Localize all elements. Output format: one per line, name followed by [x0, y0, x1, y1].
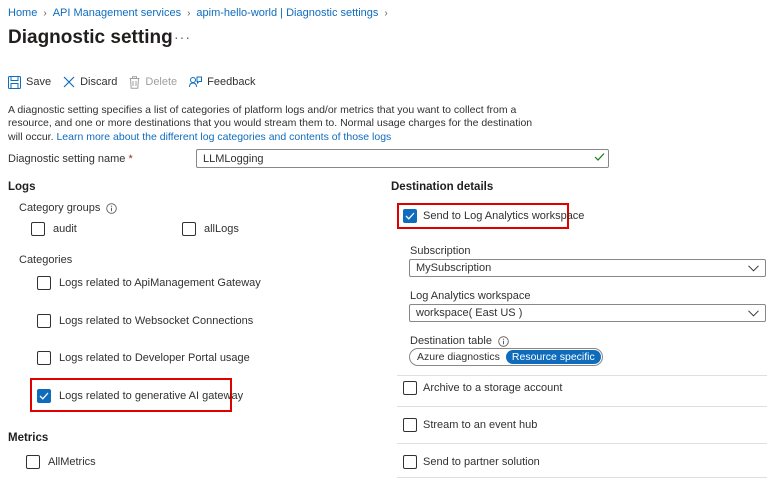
checkbox-partner-solution-label: Send to partner solution [423, 456, 540, 468]
breadcrumb-diagnostic-settings[interactable]: apim-hello-world | Diagnostic settings [196, 7, 378, 19]
feedback-label: Feedback [207, 76, 256, 88]
checkbox-box[interactable] [37, 314, 51, 328]
checkbox-box[interactable] [37, 351, 51, 365]
more-options-button[interactable]: ··· [174, 29, 191, 45]
checkbox-allmetrics-label: AllMetrics [48, 456, 96, 468]
workspace-label: Log Analytics workspace [410, 290, 531, 302]
trash-icon [129, 75, 140, 89]
logs-section-title: Logs [8, 181, 36, 193]
checkbox-generative-ai-gateway-logs[interactable]: Logs related to generative AI gateway [37, 389, 243, 403]
feedback-icon [189, 76, 203, 87]
info-icon[interactable] [498, 335, 509, 347]
destination-table-label: Destination table [410, 335, 509, 347]
save-button[interactable]: Save [8, 75, 52, 89]
checkbox-audit-label: audit [53, 223, 77, 235]
setting-name-label: Diagnostic setting name * [8, 153, 133, 165]
subscription-label: Subscription [410, 245, 471, 257]
chevron-down-icon [748, 309, 759, 317]
subscription-value: MySubscription [416, 262, 492, 274]
toggle-resource-specific[interactable]: Resource specific [505, 350, 601, 364]
checkbox-box[interactable] [37, 276, 51, 290]
checkbox-event-hub-label: Stream to an event hub [423, 419, 538, 431]
close-icon [63, 76, 75, 88]
destination-table-label-text: Destination table [410, 335, 492, 347]
checkbox-box[interactable] [182, 222, 196, 236]
chevron-down-icon [748, 264, 759, 272]
divider [397, 406, 767, 407]
checkbox-archive-storage[interactable]: Archive to a storage account [403, 381, 562, 395]
checkbox-apim-gateway-logs-label: Logs related to ApiManagement Gateway [59, 277, 261, 289]
breadcrumb: Home › API Management services › apim-he… [8, 7, 394, 19]
description-text: A diagnostic setting specifies a list of… [8, 104, 536, 144]
checkmark-icon [39, 392, 49, 400]
checkbox-event-hub[interactable]: Stream to an event hub [403, 418, 537, 432]
divider [397, 443, 767, 444]
save-icon [8, 75, 21, 89]
checkbox-audit[interactable]: audit [31, 222, 77, 236]
learn-more-link[interactable]: Learn more about the different log categ… [56, 131, 391, 143]
category-groups-label-text: Category groups [19, 202, 101, 214]
discard-label: Discard [80, 76, 118, 88]
checkbox-box-checked[interactable] [37, 389, 51, 403]
checkbox-box[interactable] [403, 418, 417, 432]
checkbox-box[interactable] [403, 381, 417, 395]
checkbox-alllogs[interactable]: allLogs [182, 222, 239, 236]
discard-button[interactable]: Discard [63, 76, 117, 88]
checkmark-icon [594, 153, 605, 161]
feedback-button[interactable]: Feedback [189, 76, 255, 89]
divider [397, 375, 767, 376]
setting-name-label-text: Diagnostic setting name [8, 153, 126, 165]
categories-label: Categories [19, 254, 73, 266]
subscription-dropdown[interactable]: MySubscription [409, 259, 766, 277]
save-label: Save [26, 76, 52, 88]
info-icon[interactable] [106, 202, 118, 214]
category-groups-label: Category groups [19, 202, 118, 214]
breadcrumb-api-management-services[interactable]: API Management services [53, 7, 181, 19]
chevron-right-icon: › [384, 7, 388, 19]
checkbox-alllogs-label: allLogs [204, 223, 239, 235]
checkbox-allmetrics[interactable]: AllMetrics [26, 455, 96, 469]
checkbox-log-analytics-label: Send to Log Analytics workspace [423, 210, 585, 222]
destination-table-toggle: Azure diagnostics Resource specific [409, 348, 603, 366]
checkbox-box-checked[interactable] [403, 209, 417, 223]
checkbox-websocket-logs-label: Logs related to Websocket Connections [59, 315, 254, 327]
workspace-value: workspace( East US ) [416, 307, 523, 319]
checkmark-icon [405, 212, 415, 220]
workspace-dropdown[interactable]: workspace( East US ) [409, 304, 766, 322]
command-bar: Save Discard Delete Feedback [8, 74, 267, 90]
page-title: Diagnostic setting [8, 27, 173, 48]
checkbox-developer-portal-logs-label: Logs related to Developer Portal usage [59, 352, 250, 364]
delete-button[interactable]: Delete [129, 75, 178, 89]
checkbox-generative-ai-gateway-logs-label: Logs related to generative AI gateway [59, 390, 244, 402]
delete-label: Delete [145, 76, 178, 88]
required-mark: * [128, 153, 133, 165]
metrics-section-title: Metrics [8, 432, 49, 444]
checkbox-box[interactable] [403, 455, 417, 469]
destination-section-title: Destination details [391, 181, 494, 193]
chevron-right-icon: › [187, 7, 191, 19]
checkbox-log-analytics[interactable]: Send to Log Analytics workspace [403, 209, 584, 223]
checkbox-developer-portal-logs[interactable]: Logs related to Developer Portal usage [37, 351, 250, 365]
setting-name-input[interactable] [196, 149, 609, 168]
checkbox-box[interactable] [26, 455, 40, 469]
toggle-azure-diagnostics[interactable]: Azure diagnostics [411, 350, 506, 364]
checkbox-box[interactable] [31, 222, 45, 236]
checkbox-apim-gateway-logs[interactable]: Logs related to ApiManagement Gateway [37, 276, 261, 290]
checkbox-archive-storage-label: Archive to a storage account [423, 382, 563, 394]
breadcrumb-home[interactable]: Home [8, 7, 37, 19]
chevron-right-icon: › [43, 7, 47, 19]
checkbox-partner-solution[interactable]: Send to partner solution [403, 455, 540, 469]
divider [397, 477, 767, 478]
checkbox-websocket-logs[interactable]: Logs related to Websocket Connections [37, 314, 253, 328]
